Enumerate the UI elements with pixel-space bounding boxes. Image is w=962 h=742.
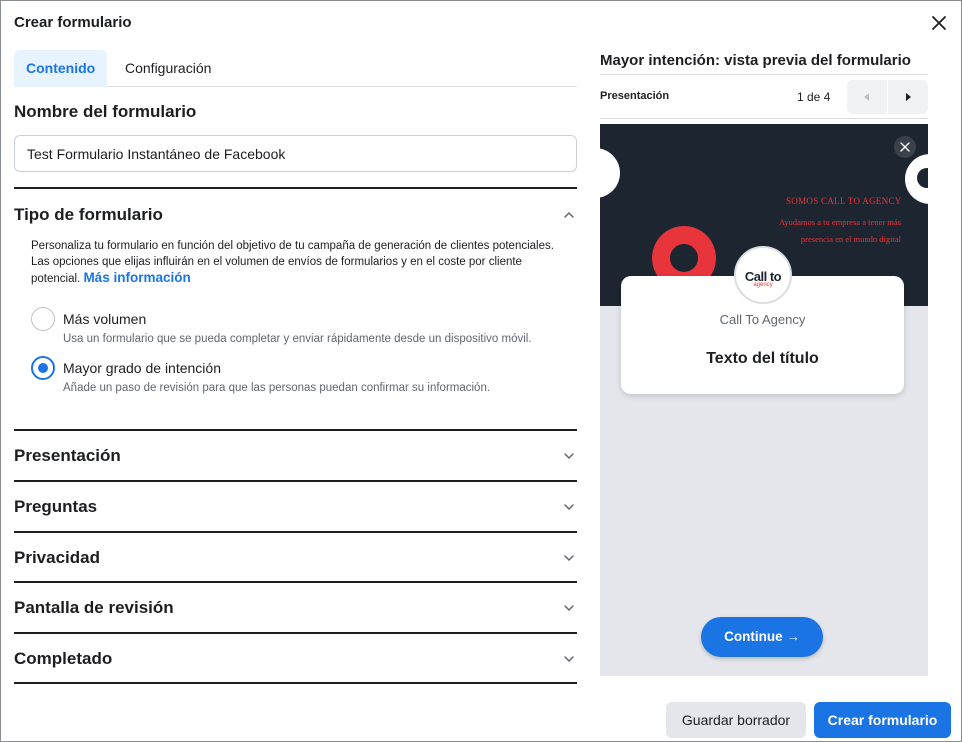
more-info-link[interactable]: Más información — [83, 270, 190, 285]
form-preview-phone: SOMOS CALL TO AGENCY Ayudamos a tu empre… — [600, 124, 928, 676]
option-label-mas-volumen: Más volumen — [63, 311, 147, 327]
preview-prev-button[interactable] — [847, 80, 887, 114]
section-preguntas[interactable]: Preguntas — [14, 497, 97, 517]
option-help-mayor-intencion: Añade un paso de revisión para que las p… — [63, 382, 491, 394]
dialog-title: Crear formulario — [14, 14, 132, 31]
form-type-title: Tipo de formulario — [14, 205, 163, 224]
chevron-up-icon[interactable] — [562, 208, 576, 222]
section-privacidad[interactable]: Privacidad — [14, 548, 100, 568]
banner-subtext: Ayudamos a tu empresa a tener más presen… — [779, 217, 901, 244]
form-type-description: Personaliza tu formulario en función del… — [31, 238, 561, 287]
preview-divider — [600, 74, 928, 75]
form-name-input[interactable] — [14, 135, 577, 172]
tab-configuracion[interactable]: Configuración — [113, 50, 223, 87]
chevron-down-icon[interactable] — [562, 500, 576, 514]
chevron-down-icon[interactable] — [562, 449, 576, 463]
continue-button[interactable]: Continue → — [701, 617, 823, 657]
section-divider — [14, 581, 577, 583]
chevron-down-icon[interactable] — [562, 601, 576, 615]
preview-company-name: Call To Agency — [719, 312, 806, 327]
create-form-button[interactable]: Crear formulario — [814, 702, 951, 738]
save-draft-button[interactable]: Guardar borrador — [666, 702, 806, 738]
caret-left-icon — [864, 93, 869, 101]
section-pantalla-revision[interactable]: Pantalla de revisión — [14, 598, 174, 618]
banner-headline: SOMOS CALL TO AGENCY — [786, 196, 902, 206]
decorative-circle-right — [905, 154, 928, 204]
preview-next-button[interactable] — [888, 80, 928, 114]
tab-bar: Contenido Configuración — [14, 50, 577, 87]
company-logo: Call to agency — [734, 246, 792, 304]
close-icon[interactable] — [928, 12, 950, 34]
section-presentacion[interactable]: Presentación — [14, 446, 121, 466]
close-icon[interactable] — [894, 136, 916, 158]
section-divider — [14, 429, 577, 431]
logo-subtext: agency — [753, 282, 773, 288]
section-completado[interactable]: Completado — [14, 649, 112, 669]
preview-heading: Texto del título — [706, 350, 819, 367]
preview-page-indicator: 1 de 4 — [797, 90, 831, 104]
preview-step-label: Presentación — [600, 90, 670, 102]
section-divider — [14, 480, 577, 482]
chevron-down-icon[interactable] — [562, 551, 576, 565]
chevron-down-icon[interactable] — [562, 652, 576, 666]
section-divider — [14, 531, 577, 533]
caret-right-icon — [906, 93, 911, 101]
tab-contenido[interactable]: Contenido — [14, 50, 108, 87]
section-divider — [14, 682, 577, 684]
preview-divider — [600, 118, 928, 119]
option-help-mas-volumen: Usa un formulario que se pueda completar… — [63, 333, 532, 345]
option-label-mayor-intencion: Mayor grado de intención — [63, 360, 221, 376]
section-divider — [14, 187, 577, 189]
form-name-title: Nombre del formulario — [14, 102, 197, 121]
radio-mayor-intencion[interactable] — [31, 356, 55, 380]
preview-title: Mayor intención: vista previa del formul… — [600, 52, 911, 69]
section-divider — [14, 632, 577, 634]
radio-mas-volumen[interactable] — [31, 307, 55, 331]
decorative-circle-left — [600, 148, 620, 198]
